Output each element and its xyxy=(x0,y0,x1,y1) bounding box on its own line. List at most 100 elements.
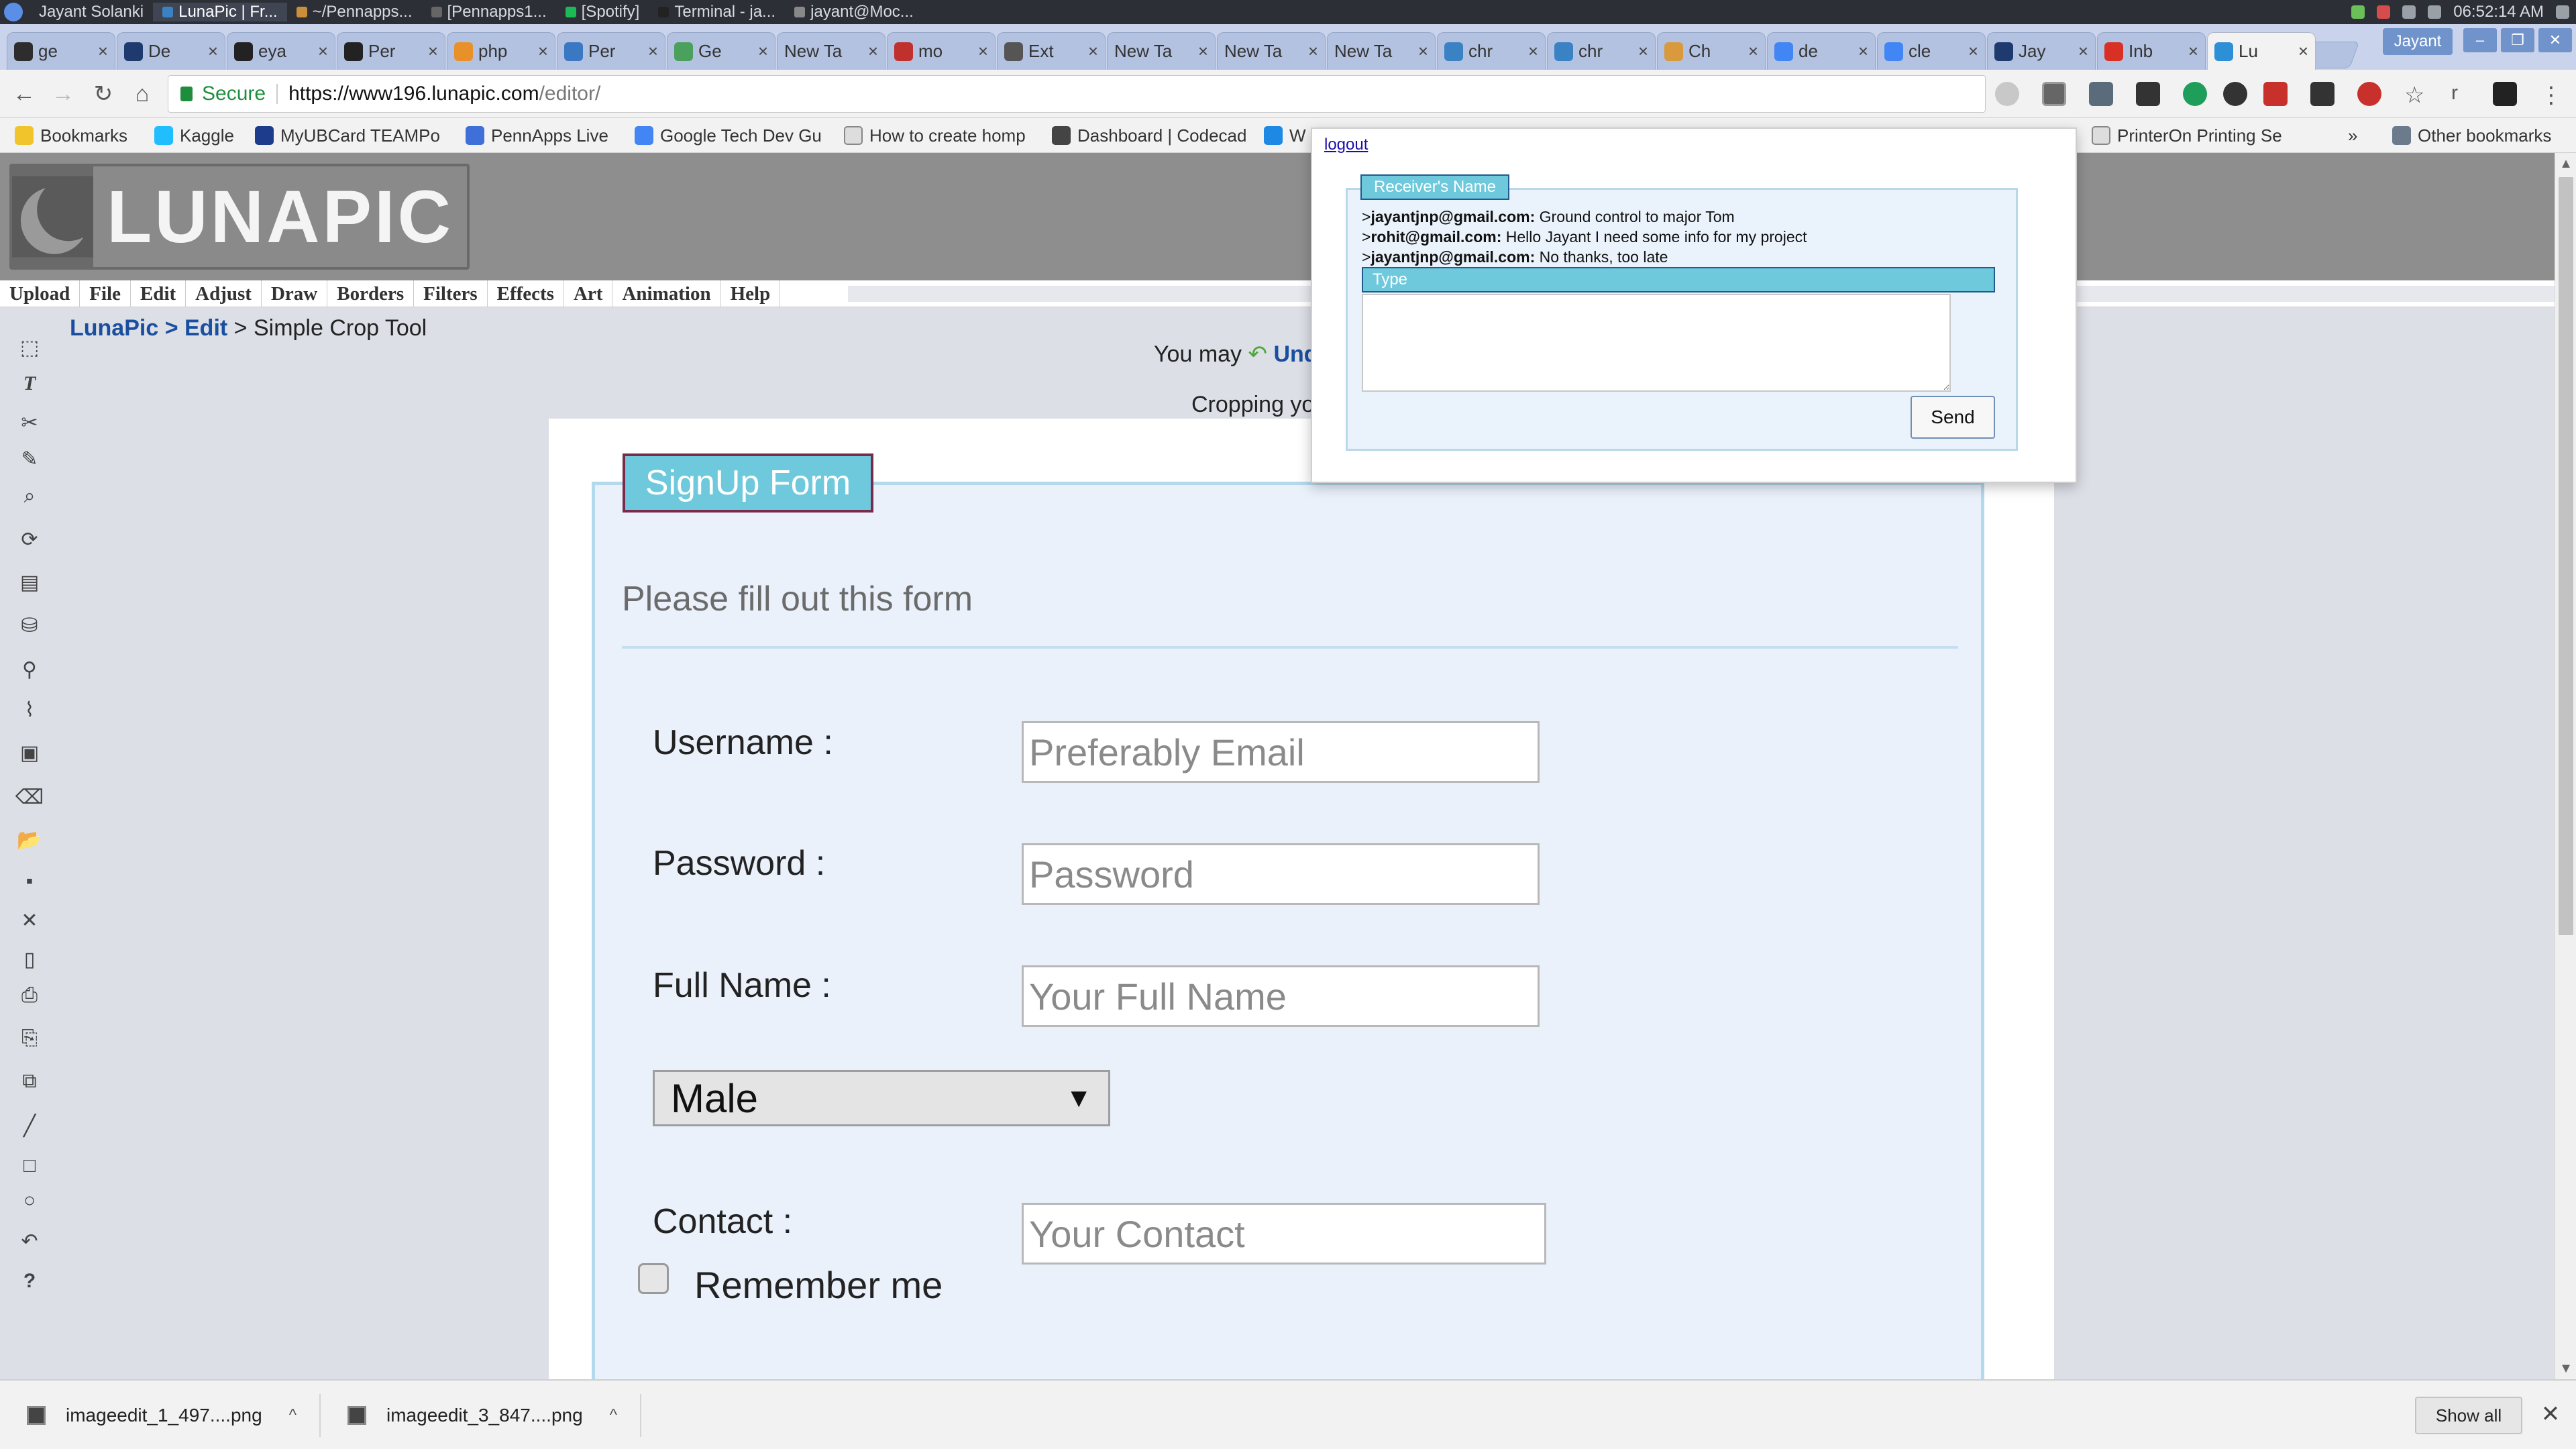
taskbar-item-active[interactable]: LunaPic | Fr... xyxy=(153,3,287,21)
wifi-icon[interactable] xyxy=(2428,5,2442,19)
close-x-icon[interactable]: ✕ xyxy=(16,907,43,934)
brush-icon[interactable]: ⌇ xyxy=(16,696,43,723)
os-menu-icon[interactable] xyxy=(4,3,23,21)
badge-extension-icon[interactable] xyxy=(2183,82,2207,106)
scissors-icon[interactable]: ✂ xyxy=(16,409,43,436)
browser-tab[interactable]: Per × xyxy=(337,32,445,70)
browser-tab[interactable]: ge × xyxy=(7,32,115,70)
browser-tab[interactable]: cle × xyxy=(1877,32,1986,70)
menu-help[interactable]: Help xyxy=(721,280,781,307)
menu-file[interactable]: File xyxy=(80,280,131,307)
page-scrollbar[interactable]: ▲ ▼ xyxy=(2555,153,2576,1379)
scroll-down-icon[interactable]: ▼ xyxy=(2555,1358,2576,1379)
tab-close-icon[interactable]: × xyxy=(868,41,878,62)
tab-close-icon[interactable]: × xyxy=(1528,41,1538,62)
marquee-icon[interactable]: ⬚ xyxy=(16,334,43,361)
tab-active[interactable]: Lu × xyxy=(2207,32,2316,70)
tab-close-icon[interactable]: × xyxy=(978,41,988,62)
line-tool-icon[interactable]: ╱ xyxy=(16,1112,43,1139)
adblock-icon[interactable] xyxy=(2357,82,2381,106)
open-folder-icon[interactable]: 📂 xyxy=(16,826,43,853)
volume-icon[interactable] xyxy=(2402,5,2416,19)
bookmark-item[interactable]: How to create homp xyxy=(844,123,1038,148)
taskbar-item[interactable]: [Spotify] xyxy=(556,3,649,21)
notification-icon[interactable] xyxy=(2377,5,2391,19)
clock[interactable]: 06:52:14 AM xyxy=(2453,3,2544,21)
browser-tab[interactable]: De × xyxy=(117,32,225,70)
chat-extension-icon[interactable] xyxy=(2042,82,2066,106)
tab-close-icon[interactable]: × xyxy=(318,41,328,62)
browser-tab[interactable]: Ch × xyxy=(1657,32,1766,70)
bookmark-item[interactable]: W xyxy=(1264,123,1311,148)
battery-icon[interactable] xyxy=(2351,5,2365,19)
reload-icon[interactable]: ↻ xyxy=(89,79,118,109)
bookmark-item[interactable]: PrinterOn Printing Se xyxy=(2092,123,2286,148)
menu-effects[interactable]: Effects xyxy=(488,280,564,307)
tab-close-icon[interactable]: × xyxy=(648,41,658,62)
logout-link[interactable]: logout xyxy=(1324,136,1368,154)
breadcrumb-lunapic[interactable]: LunaPic xyxy=(70,315,158,341)
receiver-name-field[interactable]: Receiver's Name xyxy=(1360,174,1509,200)
scroll-thumb[interactable] xyxy=(2559,177,2573,935)
address-bar[interactable]: Secure https://www196.lunapic.com /edito… xyxy=(168,75,1986,113)
taskbar-item[interactable]: Terminal - ja... xyxy=(649,3,785,21)
tab-close-icon[interactable]: × xyxy=(2188,41,2198,62)
browser-tab[interactable]: New Ta × xyxy=(777,32,885,70)
browser-tab[interactable]: Jay × xyxy=(1987,32,2096,70)
browser-tab[interactable]: Ge × xyxy=(667,32,775,70)
browser-tab[interactable]: Per × xyxy=(557,32,665,70)
tab-close-icon[interactable]: × xyxy=(98,41,108,62)
tab-close-icon[interactable]: × xyxy=(1088,41,1098,62)
chevron-up-icon[interactable]: ^ xyxy=(289,1406,297,1425)
taskbar-item[interactable]: Jayant Solanki xyxy=(30,3,153,21)
undo-icon[interactable]: ↶ xyxy=(16,1228,43,1254)
browser-tab[interactable]: Ext × xyxy=(997,32,1106,70)
eraser-icon[interactable]: ⌫ xyxy=(15,784,44,810)
tab-close-icon[interactable]: × xyxy=(1308,41,1318,62)
save-disk-icon[interactable]: ▪ xyxy=(16,868,43,895)
menu-adjust[interactable]: Adjust xyxy=(186,280,262,307)
bookmark-item[interactable]: MyUBCard TEAMPo xyxy=(255,123,449,148)
menu-borders[interactable]: Borders xyxy=(327,280,415,307)
browser-tab[interactable]: chr × xyxy=(1547,32,1656,70)
download-item[interactable]: imageedit_3_847....png ^ xyxy=(321,1394,641,1437)
browser-tab[interactable]: New Ta × xyxy=(1107,32,1216,70)
circle-tool-icon[interactable]: ○ xyxy=(16,1187,43,1214)
zoom-icon[interactable]: ⌕ xyxy=(16,483,43,510)
chevron-up-icon[interactable]: ^ xyxy=(610,1406,617,1425)
rotate-icon[interactable]: ⟳ xyxy=(16,526,43,553)
bookmark-item[interactable]: Bookmarks xyxy=(15,123,142,148)
browser-tab[interactable]: de × xyxy=(1767,32,1876,70)
menu-draw[interactable]: Draw xyxy=(262,280,328,307)
taskbar-item[interactable]: [Pennapps1... xyxy=(422,3,556,21)
other-bookmarks[interactable]: Other bookmarks xyxy=(2392,123,2567,148)
text-tool-icon[interactable]: T xyxy=(16,370,43,397)
taskbar-item[interactable]: ~/Pennapps... xyxy=(287,3,422,21)
print-icon[interactable]: ⎙ xyxy=(16,982,43,1009)
new-page-icon[interactable]: ▯ xyxy=(16,946,43,973)
tab-close-icon[interactable]: × xyxy=(1418,41,1428,62)
help-icon[interactable]: ? xyxy=(16,1268,43,1295)
evernote-icon[interactable] xyxy=(2136,82,2160,106)
tab-close-icon[interactable]: × xyxy=(1968,41,1978,62)
globe-extension-icon[interactable] xyxy=(1995,82,2019,106)
rectangle-tool-icon[interactable]: □ xyxy=(16,1152,43,1179)
tab-close-icon[interactable]: × xyxy=(538,41,548,62)
layers-icon[interactable]: ▤ xyxy=(16,569,43,596)
close-icon[interactable]: ✕ xyxy=(2536,1399,2565,1429)
menu-upload[interactable]: Upload xyxy=(0,280,80,307)
breadcrumb-edit[interactable]: Edit xyxy=(184,315,227,341)
star-icon[interactable]: ☆ xyxy=(2404,82,2428,108)
bookmark-item[interactable]: Dashboard | Codecad xyxy=(1052,123,1246,148)
back-arrow-icon[interactable]: ← xyxy=(9,79,39,109)
desktop-icon[interactable] xyxy=(2556,5,2569,19)
minimize-button[interactable]: – xyxy=(2463,28,2497,52)
browser-tab[interactable]: Inb × xyxy=(2097,32,2206,70)
menu-filters[interactable]: Filters xyxy=(414,280,488,307)
tab-close-icon[interactable]: × xyxy=(2298,41,2308,62)
close-window-button[interactable]: ✕ xyxy=(2538,28,2572,52)
tab-close-icon[interactable]: × xyxy=(1198,41,1208,62)
send-button[interactable]: Send xyxy=(1911,396,1995,439)
image-canvas[interactable]: Please fill out this form Username : Pre… xyxy=(549,419,2054,1379)
browser-tab[interactable]: php × xyxy=(447,32,555,70)
